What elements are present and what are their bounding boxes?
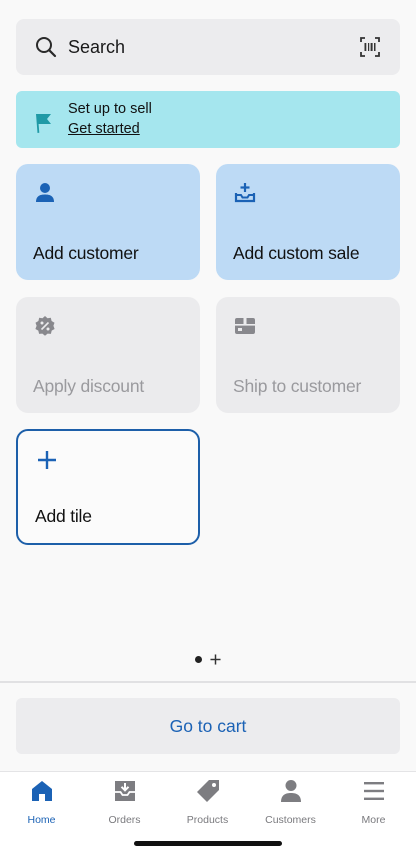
tray-add-icon [234, 183, 256, 203]
pos-home-screen: Search Set up to sell Get started Add cu… [0, 0, 416, 855]
page-indicator[interactable] [0, 650, 416, 668]
get-started-link[interactable]: Get started [68, 119, 152, 139]
home-indicator[interactable] [134, 841, 282, 846]
tag-icon [196, 780, 219, 802]
barcode-scan-icon[interactable] [358, 35, 382, 59]
tile-add-customer[interactable]: Add customer [16, 164, 200, 280]
tile-label: Add custom sale [233, 243, 360, 263]
discount-icon [35, 316, 55, 336]
setup-banner[interactable]: Set up to sell Get started [16, 91, 400, 148]
tab-label: More [361, 814, 386, 826]
tab-label: Products [186, 814, 229, 826]
menu-icon [363, 782, 384, 800]
go-to-cart-button[interactable]: Go to cart [16, 698, 400, 754]
tab-label: Home [27, 814, 56, 826]
divider [0, 681, 416, 683]
person-icon [36, 183, 54, 202]
tab-label: Customers [265, 814, 316, 826]
search-icon [36, 37, 57, 58]
tab-orders[interactable]: Orders [83, 778, 166, 830]
tab-home[interactable]: Home [0, 778, 83, 830]
tile-ship-to-customer[interactable]: Ship to customer [216, 297, 400, 413]
page-dot-active[interactable] [195, 655, 202, 663]
tile-add-tile[interactable]: Add tile [16, 429, 200, 545]
plus-icon [38, 451, 56, 469]
tab-customers[interactable]: Customers [249, 778, 332, 830]
tile-add-custom-sale[interactable]: Add custom sale [216, 164, 400, 280]
flag-icon [36, 113, 51, 133]
tile-label: Ship to customer [233, 376, 362, 396]
orders-icon [114, 781, 135, 801]
add-page-plus-icon[interactable] [210, 653, 221, 665]
tab-products[interactable]: Products [166, 778, 249, 830]
search-label: Search [68, 36, 126, 57]
tile-label: Apply discount [33, 376, 145, 396]
tab-label: Orders [108, 814, 141, 826]
tile-apply-discount[interactable]: Apply discount [16, 297, 200, 413]
shipping-box-icon [235, 318, 255, 334]
tab-more[interactable]: More [332, 778, 415, 830]
tile-label: Add tile [35, 506, 92, 526]
tile-label: Add customer [33, 243, 139, 263]
banner-title: Set up to sell [68, 101, 152, 117]
search-bar[interactable]: Search [16, 19, 400, 75]
person-icon [280, 780, 301, 802]
home-icon [31, 781, 52, 801]
